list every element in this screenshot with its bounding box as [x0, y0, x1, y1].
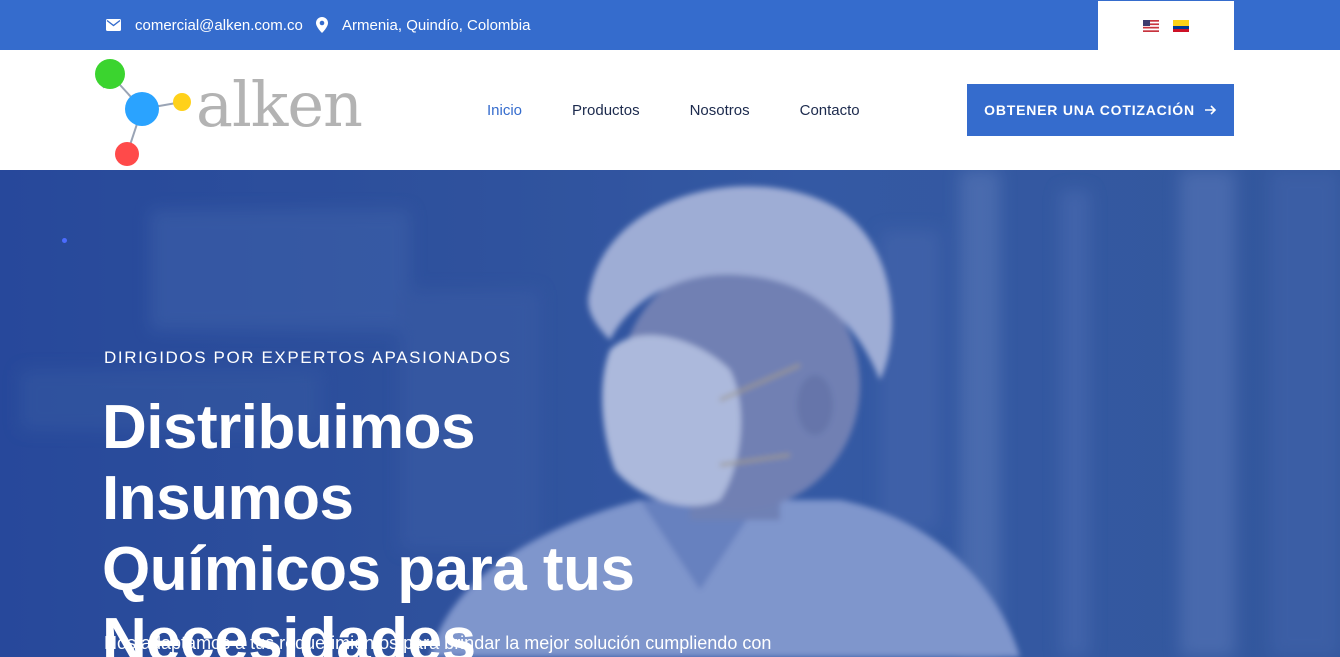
arrow-right-icon: [1204, 105, 1217, 115]
site-header: alken Inicio Productos Nosotros Contacto…: [0, 50, 1340, 170]
decorative-dot: [62, 238, 67, 243]
main-nav: Inicio Productos Nosotros Contacto: [487, 50, 910, 170]
hero-subtext: Nos adaptamos a tus requerimientos para …: [104, 633, 772, 653]
location-text: Armenia, Quindío, Colombia: [342, 16, 531, 34]
logo-wordmark: alken: [196, 68, 363, 141]
hero-headline: Distribuimos Insumos Químicos para tus N…: [102, 392, 742, 657]
headline-line: Químicos para tus: [102, 535, 635, 604]
hero-section: DIRIGIDOS POR EXPERTOS APASIONADOS Distr…: [0, 170, 1340, 657]
nav-item-contacto[interactable]: Contacto: [800, 102, 860, 119]
get-quote-button[interactable]: OBTENER UNA COTIZACIÓN: [967, 84, 1234, 136]
map-pin-icon: [316, 17, 328, 33]
headline-line: Distribuimos Insumos: [102, 393, 475, 533]
email-text: comercial@alken.com.co: [135, 16, 303, 34]
molecule-logo-icon: [95, 59, 191, 166]
nav-item-inicio[interactable]: Inicio: [487, 102, 522, 119]
flag-us-icon[interactable]: [1143, 19, 1159, 32]
language-switcher: [1098, 1, 1234, 50]
nav-item-productos[interactable]: Productos: [572, 102, 640, 119]
get-quote-label: OBTENER UNA COTIZACIÓN: [984, 102, 1195, 118]
hero-eyebrow: DIRIGIDOS POR EXPERTOS APASIONADOS: [104, 348, 512, 367]
top-bar: comercial@alken.com.co Armenia, Quindío,…: [0, 0, 1340, 50]
envelope-icon: [106, 19, 121, 31]
alken-logo[interactable]: alken: [92, 52, 363, 170]
flag-colombia-icon[interactable]: [1173, 19, 1189, 32]
nav-item-nosotros[interactable]: Nosotros: [690, 102, 750, 119]
contact-location: Armenia, Quindío, Colombia: [316, 0, 530, 50]
contact-email[interactable]: comercial@alken.com.co: [106, 0, 303, 50]
